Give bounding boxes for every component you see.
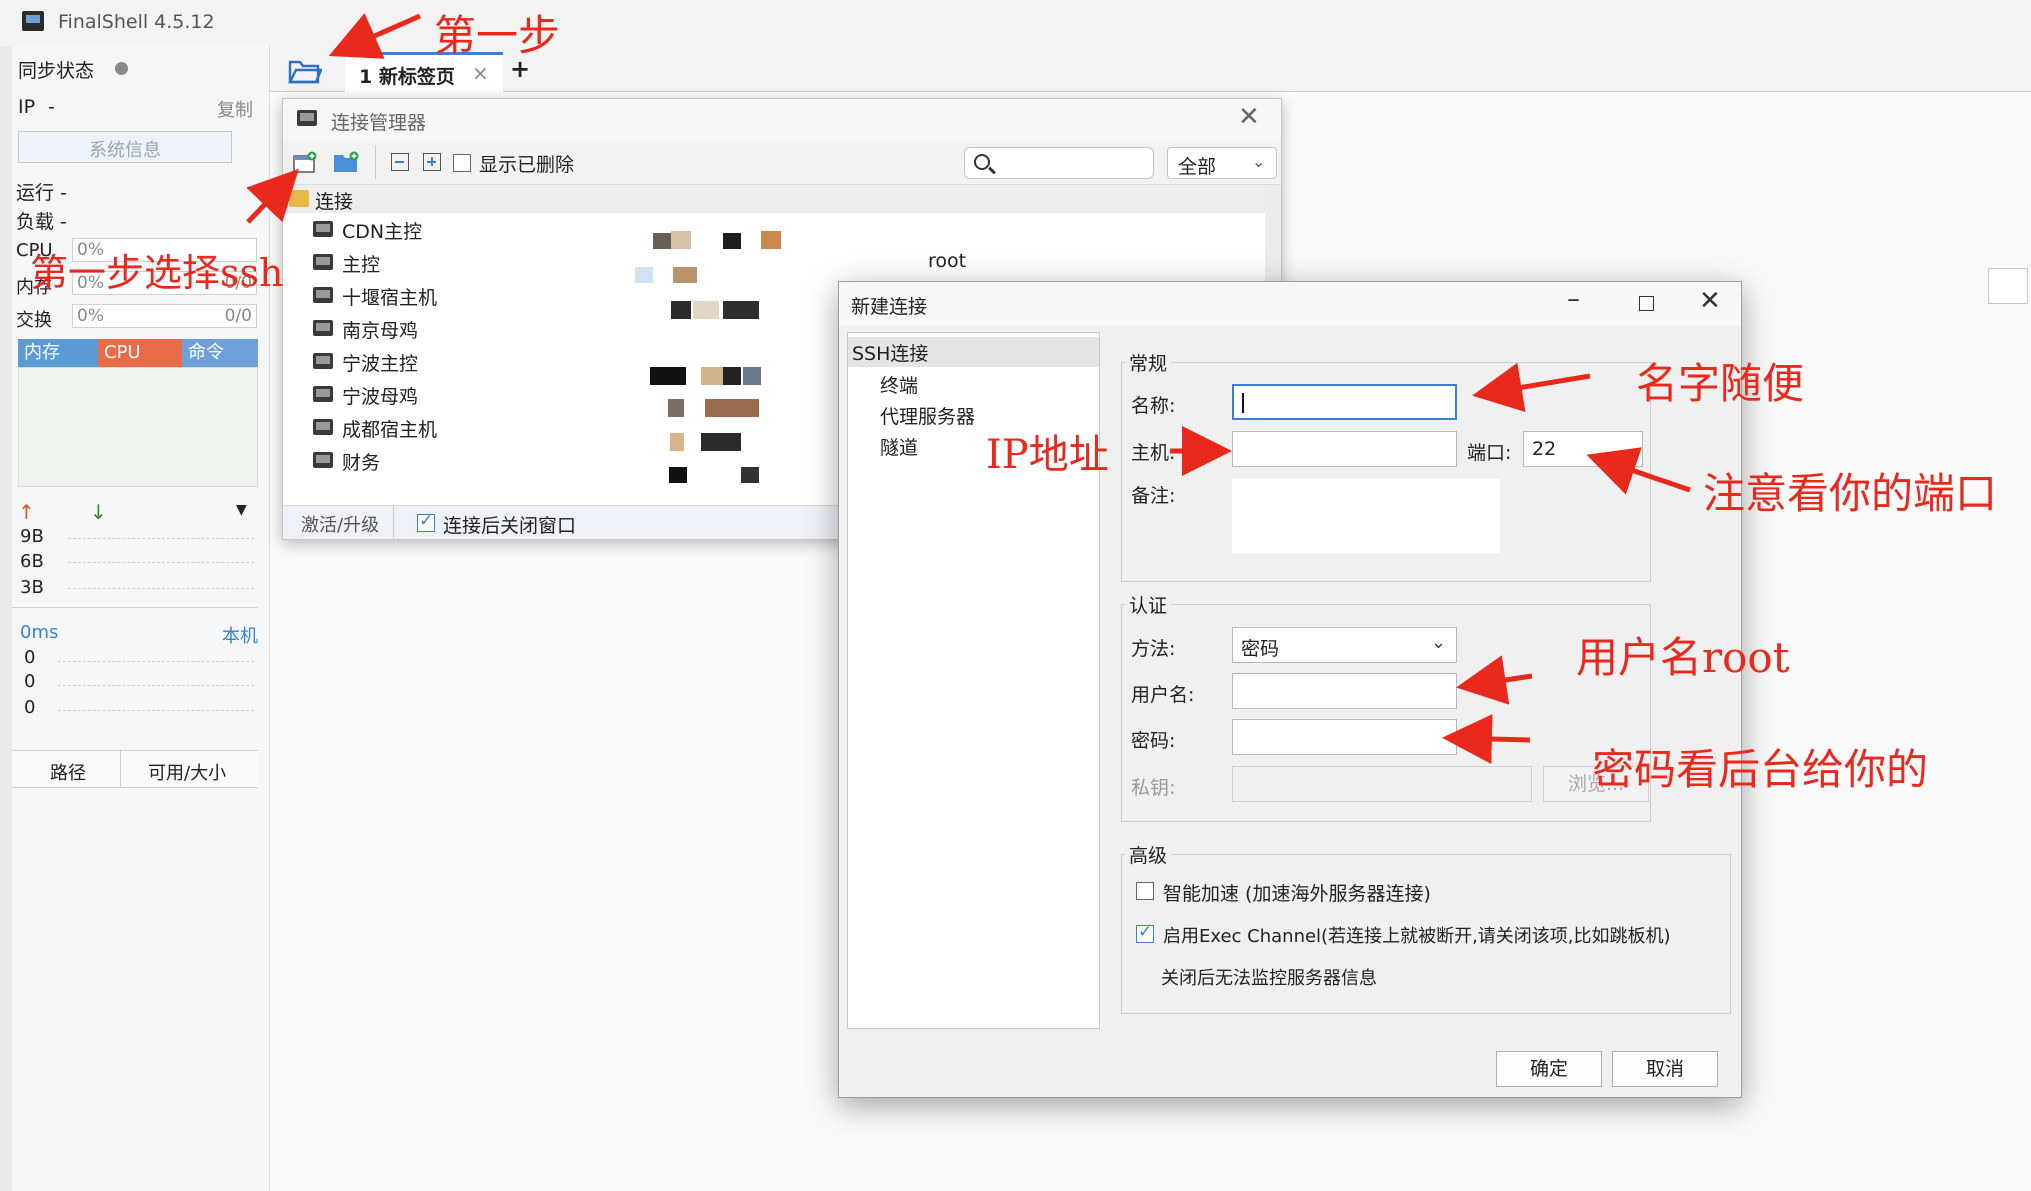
arrow-password — [1442, 714, 1531, 765]
arrow-port — [1586, 447, 1691, 495]
arrow-step1 — [328, 13, 422, 59]
arrow-username — [1456, 655, 1533, 705]
annotation-arrows — [246, 13, 1691, 765]
arrow-step2 — [246, 168, 299, 224]
arrow-name — [1472, 362, 1591, 413]
